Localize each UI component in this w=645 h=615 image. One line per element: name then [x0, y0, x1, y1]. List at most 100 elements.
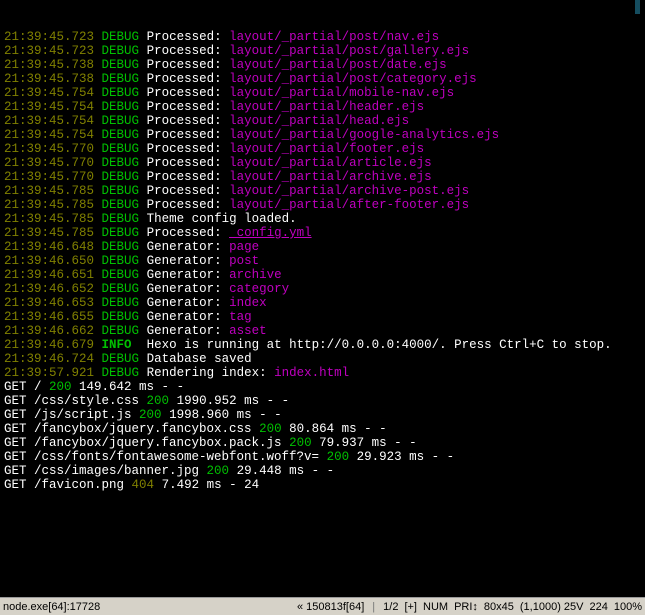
http-timing: 79.937 ms - -: [312, 436, 417, 450]
http-status-code: 200: [147, 394, 170, 408]
log-line: GET /favicon.png 404 7.492 ms - 24: [4, 478, 636, 492]
log-timestamp: 21:39:46.653: [4, 296, 94, 310]
log-label: Processed:: [147, 58, 230, 72]
log-level: DEBUG: [102, 58, 140, 72]
log-line: 21:39:46.652 DEBUG Generator: category: [4, 282, 636, 296]
status-pri: PRI↕: [454, 600, 478, 614]
http-timing: 149.642 ms - -: [72, 380, 185, 394]
log-value: layout/_partial/post/nav.ejs: [229, 30, 439, 44]
log-label: Processed:: [147, 114, 230, 128]
log-timestamp: 21:39:46.650: [4, 254, 94, 268]
log-timestamp: 21:39:45.785: [4, 184, 94, 198]
http-method: GET: [4, 436, 34, 450]
log-line: 21:39:45.785 DEBUG Processed: layout/_pa…: [4, 184, 636, 198]
log-level: DEBUG: [102, 128, 140, 142]
log-timestamp: 21:39:45.785: [4, 198, 94, 212]
log-value: post: [229, 254, 259, 268]
log-timestamp: 21:39:45.770: [4, 170, 94, 184]
log-line: 21:39:46.650 DEBUG Generator: post: [4, 254, 636, 268]
status-tab-name[interactable]: node.exe[64]:17728: [3, 600, 100, 614]
log-line: 21:39:46.724 DEBUG Database saved: [4, 352, 636, 366]
log-value: page: [229, 240, 259, 254]
log-value: layout/_partial/post/date.ejs: [229, 58, 447, 72]
log-timestamp: 21:39:46.724: [4, 352, 94, 366]
log-label: Processed:: [147, 72, 230, 86]
terminal-output[interactable]: 21:39:45.723 DEBUG Processed: layout/_pa…: [0, 0, 640, 597]
log-line: 21:39:45.754 DEBUG Processed: layout/_pa…: [4, 100, 636, 114]
log-line: GET /js/script.js 200 1998.960 ms - -: [4, 408, 636, 422]
log-level: DEBUG: [102, 296, 140, 310]
http-status-code: 200: [289, 436, 312, 450]
http-path: /js/script.js: [34, 408, 139, 422]
http-timing: 7.492 ms - 24: [154, 478, 259, 492]
log-value: layout/_partial/head.ejs: [229, 114, 409, 128]
log-line: 21:39:46.648 DEBUG Generator: page: [4, 240, 636, 254]
log-line: 21:39:45.770 DEBUG Processed: layout/_pa…: [4, 142, 636, 156]
log-level: DEBUG: [102, 352, 140, 366]
log-value: layout/_partial/post/gallery.ejs: [229, 44, 469, 58]
log-line: 21:39:46.653 DEBUG Generator: index: [4, 296, 636, 310]
log-line: 21:39:57.921 DEBUG Rendering index: inde…: [4, 366, 636, 380]
log-message: Database saved: [147, 352, 252, 366]
log-level: DEBUG: [102, 114, 140, 128]
log-line: GET /fancybox/jquery.fancybox.pack.js 20…: [4, 436, 636, 450]
log-label: Processed:: [147, 184, 230, 198]
log-label: Processed:: [147, 86, 230, 100]
log-timestamp: 21:39:45.754: [4, 86, 94, 100]
log-level: DEBUG: [102, 170, 140, 184]
log-level: DEBUG: [102, 282, 140, 296]
log-label: Processed:: [147, 142, 230, 156]
http-status-code: 200: [207, 464, 230, 478]
http-method: GET: [4, 408, 34, 422]
http-method: GET: [4, 394, 34, 408]
http-timing: 80.864 ms - -: [282, 422, 387, 436]
log-timestamp: 21:39:45.770: [4, 142, 94, 156]
scrollbar-thumb[interactable]: [635, 0, 640, 14]
log-timestamp: 21:39:45.754: [4, 128, 94, 142]
log-line: 21:39:45.785 DEBUG Processed: layout/_pa…: [4, 198, 636, 212]
http-timing: 29.923 ms - -: [349, 450, 454, 464]
log-message: Theme config loaded.: [147, 212, 297, 226]
log-line: 21:39:45.738 DEBUG Processed: layout/_pa…: [4, 72, 636, 86]
log-timestamp: 21:39:46.651: [4, 268, 94, 282]
http-path: /favicon.png: [34, 478, 132, 492]
log-timestamp: 21:39:45.785: [4, 226, 94, 240]
log-level: DEBUG: [102, 184, 140, 198]
http-method: GET: [4, 478, 34, 492]
http-status-code: 200: [327, 450, 350, 464]
log-level: DEBUG: [102, 366, 140, 380]
http-timing: 1990.952 ms - -: [169, 394, 289, 408]
log-value: layout/_partial/archive-post.ejs: [229, 184, 469, 198]
log-message: Hexo is running at http://0.0.0.0:4000/.…: [147, 338, 612, 352]
http-status-code: 200: [259, 422, 282, 436]
http-path: /fancybox/jquery.fancybox.pack.js: [34, 436, 289, 450]
log-timestamp: 21:39:46.662: [4, 324, 94, 338]
log-value: layout/_partial/after-footer.ejs: [229, 198, 469, 212]
log-level: DEBUG: [102, 30, 140, 44]
log-value: layout/_partial/mobile-nav.ejs: [229, 86, 454, 100]
log-label: Processed:: [147, 30, 230, 44]
log-level: DEBUG: [102, 142, 140, 156]
http-method: GET: [4, 422, 34, 436]
log-level: INFO: [102, 338, 132, 352]
log-level: DEBUG: [102, 86, 140, 100]
log-value: _config.yml: [229, 226, 312, 240]
log-line: GET / 200 149.642 ms - -: [4, 380, 636, 394]
log-label: Generator:: [147, 254, 230, 268]
log-timestamp: 21:39:45.723: [4, 44, 94, 58]
log-value: layout/_partial/google-analytics.ejs: [229, 128, 499, 142]
status-fraction: 1/2: [383, 600, 398, 614]
log-timestamp: 21:39:45.738: [4, 72, 94, 86]
log-label: Processed:: [147, 156, 230, 170]
log-value: category: [229, 282, 289, 296]
log-level: DEBUG: [102, 226, 140, 240]
log-line: 21:39:46.655 DEBUG Generator: tag: [4, 310, 636, 324]
log-line: 21:39:46.662 DEBUG Generator: asset: [4, 324, 636, 338]
log-line: 21:39:45.770 DEBUG Processed: layout/_pa…: [4, 156, 636, 170]
log-timestamp: 21:39:45.738: [4, 58, 94, 72]
scrollbar[interactable]: [635, 0, 640, 597]
log-value: layout/_partial/header.ejs: [229, 100, 424, 114]
log-line: 21:39:45.723 DEBUG Processed: layout/_pa…: [4, 44, 636, 58]
log-timestamp: 21:39:45.785: [4, 212, 94, 226]
log-line: 21:39:46.679 INFO Hexo is running at htt…: [4, 338, 636, 352]
